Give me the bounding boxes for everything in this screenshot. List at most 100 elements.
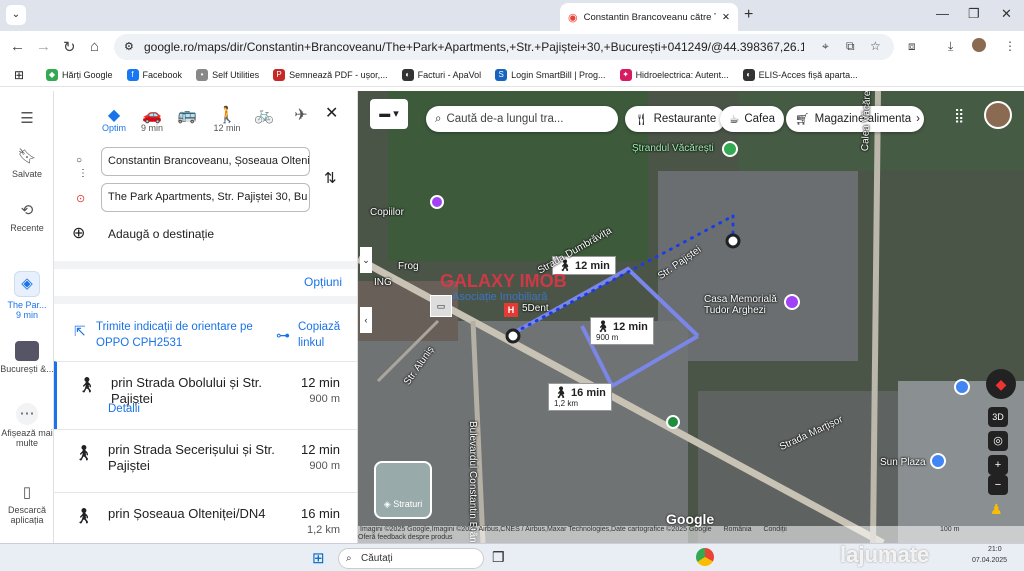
destination-input[interactable]: The Park Apartments, Str. Pajiștei 30, B… [101, 183, 310, 212]
extensions-icon[interactable]: ⧈ [908, 39, 916, 54]
reload-icon[interactable]: ↻ [63, 38, 76, 56]
apps-grid-icon[interactable]: ⣿ [954, 107, 964, 124]
bookmark-item[interactable]: S Login SmartBill | Prog... [495, 68, 606, 81]
travel-mode-label: Optim [101, 123, 126, 133]
street-view-thumbnail[interactable]: ▭ [430, 295, 452, 317]
shopping-pin-icon[interactable] [930, 453, 946, 469]
place-label[interactable]: Copiilor [370, 207, 404, 218]
bookmark-item[interactable]: ◐ Facturi - ApaVol [401, 68, 481, 81]
place-label[interactable]: 5Dent [522, 303, 549, 314]
forward-icon[interactable]: → [36, 38, 51, 55]
place-label[interactable]: Ștrandul Văcărești [632, 143, 714, 154]
account-avatar[interactable] [984, 101, 1012, 129]
zoom-in-button[interactable]: + [988, 455, 1008, 475]
collapse-up-icon[interactable]: ⌄ [360, 247, 372, 273]
tab-search-button[interactable]: ⌄ [6, 5, 26, 25]
travel-mode-5[interactable]: ✈ [286, 105, 316, 124]
address-bar[interactable]: ⚙ google.ro/maps/dir/Constantin+Brancove… [114, 34, 894, 60]
install-app-icon[interactable]: ⧉ [846, 39, 855, 54]
new-tab-button[interactable]: + [744, 6, 753, 24]
museum-pin-icon[interactable] [784, 294, 800, 310]
bucharest-item[interactable]: București &... [0, 341, 54, 374]
taskbar-search[interactable]: ⌕ Căutați [338, 548, 484, 569]
close-window-button[interactable]: ✕ [1001, 6, 1012, 22]
watermark: lajumate [840, 542, 930, 567]
recent-button[interactable]: ⟲ Recente [0, 201, 54, 233]
site-info-icon[interactable]: ⚙ [124, 40, 134, 53]
browser-tab[interactable]: ◉ Constantin Brancoveanu către The ✕ [560, 3, 738, 31]
chip-coffee[interactable]: ☕︎ Cafea [720, 106, 784, 132]
travel-mode-label: 9 min [140, 123, 163, 133]
minimize-button[interactable]: — [936, 6, 949, 21]
map-canvas[interactable]: ▬ ▾ ⌕ Caută de-a lungul tra... 🍴︎ Restaur… [358, 91, 1024, 543]
place-label[interactable]: Frog [398, 261, 419, 272]
origin-input[interactable]: Constantin Brancoveanu, Șoseaua Olteni [101, 147, 310, 176]
travel-mode-1[interactable]: 🚗 9 min [137, 105, 167, 133]
close-tab-icon[interactable]: ✕ [722, 12, 730, 23]
show-more-button[interactable]: ⋯ Afișează mai multe [0, 403, 54, 448]
add-destination-label[interactable]: Adaugă o destinație [108, 227, 214, 241]
options-link[interactable]: Opțiuni [304, 275, 342, 289]
bookmark-item[interactable]: ✦ Hidroelectrica: Autent... [619, 68, 729, 81]
chrome-icon[interactable] [696, 548, 714, 566]
bookmark-item[interactable]: ◆ Hărți Google [46, 68, 113, 81]
details-link[interactable]: Detalii [108, 403, 140, 415]
medical-pin-icon[interactable]: H [504, 303, 518, 317]
travel-mode-4[interactable]: 🚲 [249, 105, 279, 124]
chip-groceries[interactable]: 🛒︎ Magazine alimenta › [786, 106, 924, 132]
travel-mode-dropdown[interactable]: ▬ ▾ [370, 99, 408, 129]
download-app-button[interactable]: ▯ Descarcă aplicația [0, 483, 54, 525]
pegman-icon[interactable]: ♟ [990, 501, 1003, 518]
apps-icon[interactable]: ⊞ [14, 68, 24, 82]
route-option-1[interactable]: 🚶︎ prin Strada Obolului și Str. Pajiștei… [54, 361, 357, 429]
layers-button[interactable]: ◈ Straturi [374, 461, 432, 519]
route-label-2[interactable]: 🚶︎ 12 min 900 m [590, 317, 654, 345]
bookmark-label: Hărți Google [62, 69, 113, 80]
compass-icon[interactable]: ◆ [986, 369, 1016, 399]
bookmark-item[interactable]: ◐ ELIS-Acces fișă aparta... [742, 68, 858, 81]
menu-icon[interactable]: ☰ [0, 109, 54, 131]
close-directions-icon[interactable]: ✕ [325, 103, 338, 123]
restore-button[interactable]: ❐ [968, 6, 980, 22]
travel-mode-2[interactable]: 🚌 [172, 105, 202, 124]
send-to-phone-link[interactable]: Trimite indicații de orientare pe OPPO C… [96, 319, 266, 351]
feedback-link[interactable]: Oferă feedback despre produs [358, 534, 453, 541]
location-icon[interactable]: ⌖ [822, 39, 829, 54]
chip-restaurants[interactable]: 🍴︎ Restaurante [625, 106, 726, 132]
route-option-2[interactable]: 🚶︎ prin Strada Secerișului și Str. Pajiș… [54, 429, 357, 492]
route-search-input[interactable]: ⌕ Caută de-a lungul tra... [426, 106, 618, 132]
recent-trip-button[interactable]: ◈ The Par... 9 min [0, 271, 54, 320]
copy-link-button[interactable]: Copiază linkul [298, 319, 348, 351]
collapse-panel-icon[interactable]: ‹ [360, 307, 372, 333]
3d-button[interactable]: 3D [988, 407, 1008, 427]
bookmark-item[interactable]: • Self Utilities [196, 68, 259, 81]
place-label[interactable]: ING [374, 277, 392, 288]
profile-avatar[interactable] [972, 38, 986, 52]
place-label[interactable]: Casa Memorială Tudor Arghezi [704, 294, 794, 316]
bookmark-star-icon[interactable]: ☆ [870, 39, 881, 53]
swap-icon[interactable]: ⇅ [324, 169, 337, 187]
menu-icon[interactable]: ⋮ [1004, 39, 1016, 53]
bookmark-item[interactable]: f Facebook [126, 68, 182, 81]
bookmark-item[interactable]: P Semnează PDF - ușor,... [273, 68, 388, 81]
clock-time: 21:0 [988, 546, 1002, 553]
route-option-3[interactable]: 🚶︎ prin Șoseaua Olteniței/DN4 16 min 1,2… [54, 492, 357, 543]
zoom-out-button[interactable]: − [988, 475, 1008, 495]
pool-pin-icon[interactable] [722, 141, 738, 157]
download-icon[interactable]: ⤓ [948, 39, 953, 54]
my-location-icon[interactable]: ◎ [988, 431, 1008, 451]
saved-button[interactable]: 🔖︎ Salvate [0, 147, 54, 179]
place-pin-icon[interactable] [430, 195, 444, 209]
place-pin-icon[interactable] [666, 415, 680, 429]
back-icon[interactable]: ← [10, 38, 25, 55]
task-view-icon[interactable]: ❒ [492, 549, 505, 566]
add-destination-icon[interactable]: ⊕ [72, 223, 85, 243]
place-pin-icon[interactable] [954, 379, 970, 395]
place-label[interactable]: Sun Plaza [880, 457, 926, 468]
travel-mode-3[interactable]: 🚶 12 min [212, 105, 242, 133]
windows-start-icon[interactable]: ⊞ [312, 549, 325, 567]
send-to-phone-icon: ⇱ [74, 323, 86, 339]
travel-mode-0[interactable]: ◆ Optim [99, 105, 129, 133]
route-label-3[interactable]: 🚶︎ 16 min 1,2 km [548, 383, 612, 411]
home-icon[interactable]: ⌂ [90, 38, 99, 55]
